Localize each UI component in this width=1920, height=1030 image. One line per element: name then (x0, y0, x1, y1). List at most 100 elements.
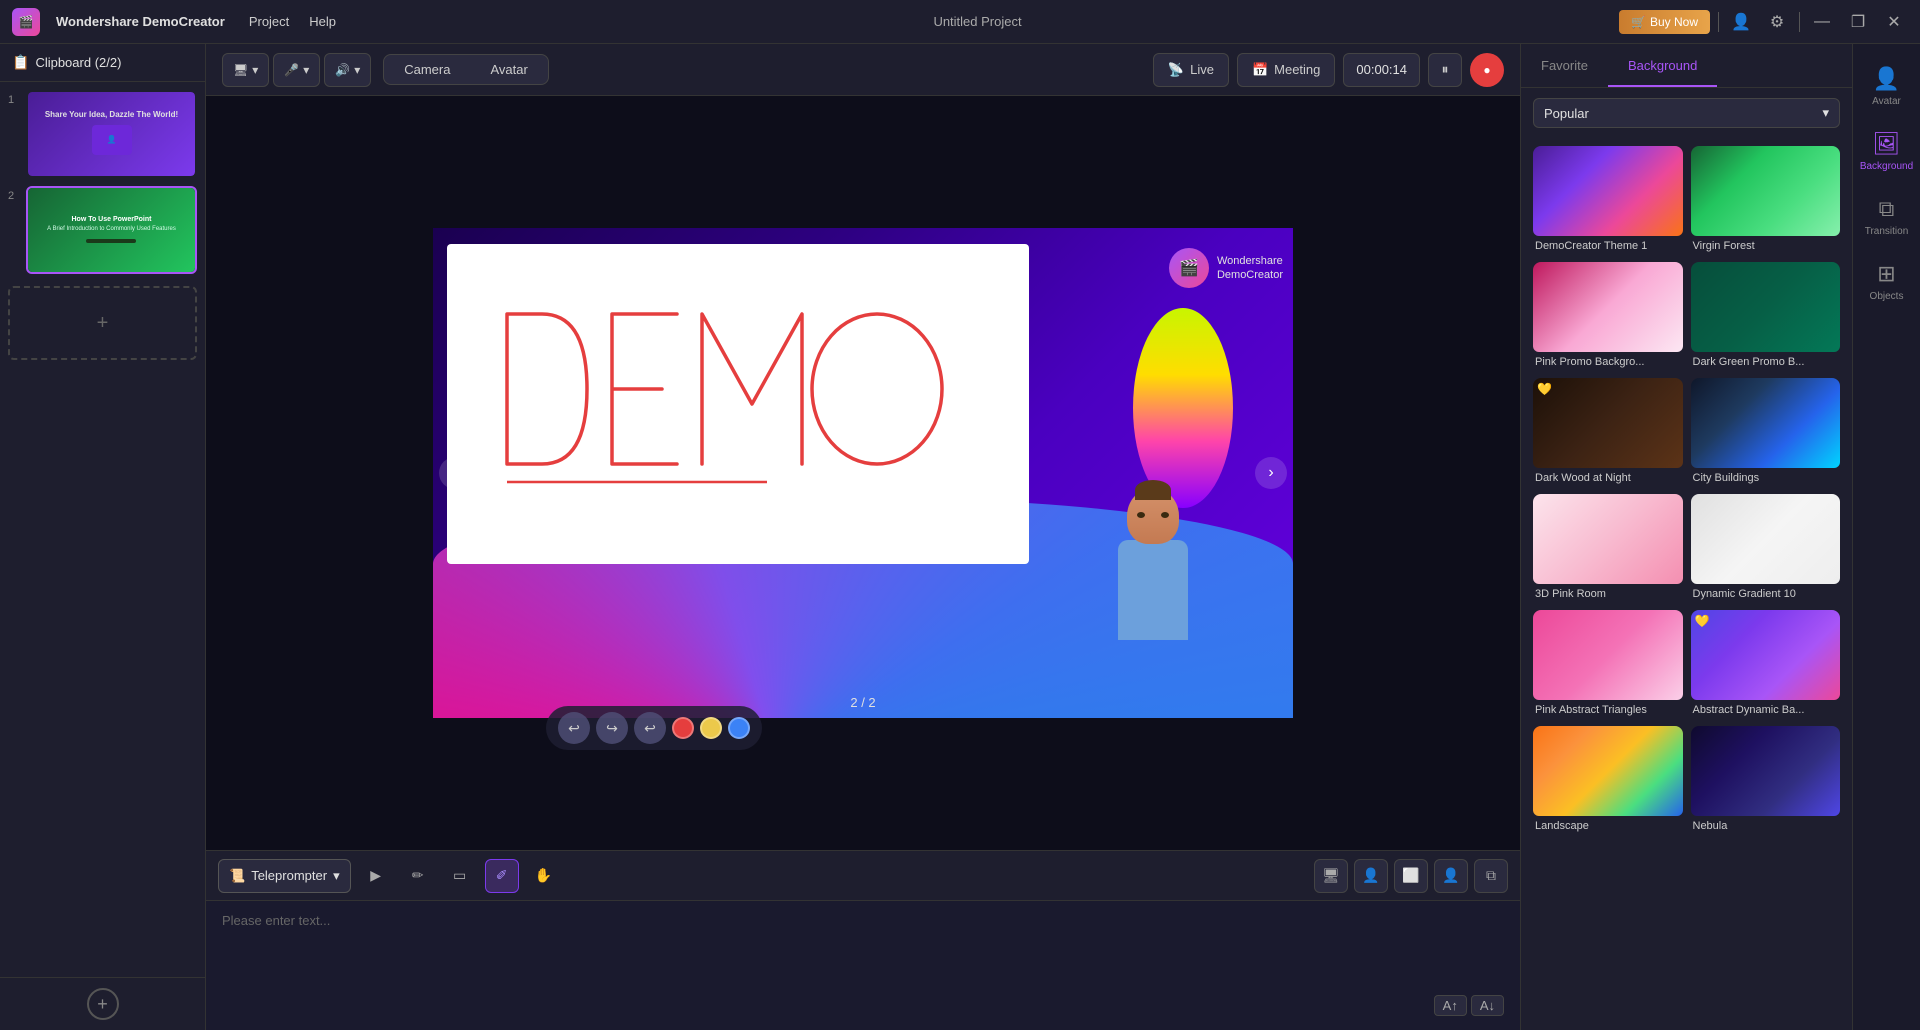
sidebar-item-objects[interactable]: ⊞ Objects (1859, 251, 1915, 312)
avatar-button[interactable]: Avatar (470, 55, 547, 84)
tp-rect-button[interactable]: ▭ (443, 859, 477, 893)
font-size-controls: A↑ A↓ (1434, 995, 1504, 1016)
bg-item-3d-pink[interactable]: 3D Pink Room (1533, 494, 1683, 602)
bg-item-dark-green[interactable]: Dark Green Promo B... (1691, 262, 1841, 370)
user-icon-button[interactable]: 👤 (1727, 8, 1755, 36)
add-slide-placeholder[interactable]: + (8, 286, 197, 360)
bg-item-abstract-dynamic[interactable]: 💛 Abstract Dynamic Ba... (1691, 610, 1841, 718)
bg-item-city[interactable]: City Buildings (1691, 378, 1841, 486)
title-bar: 🎬 Wondershare DemoCreator Project Help U… (0, 0, 1920, 44)
settings-icon-button[interactable]: ⚙ (1763, 8, 1791, 36)
tp-hand-button[interactable]: ✋ (527, 859, 561, 893)
font-increase-button[interactable]: A↑ (1434, 995, 1467, 1016)
separator2 (1799, 12, 1800, 32)
buy-now-button[interactable]: 🛒 Buy Now (1619, 10, 1710, 34)
prev-slide-button[interactable]: ‹ (439, 457, 471, 489)
undo-button[interactable]: ↩ (558, 712, 590, 744)
slide-number-1: 1 (8, 94, 22, 106)
tp-layers-button[interactable]: ⧉ (1474, 859, 1508, 893)
color-yellow[interactable] (700, 717, 722, 739)
maximize-button[interactable]: ❐ (1844, 8, 1872, 36)
bg-item-virgin[interactable]: Virgin Forest (1691, 146, 1841, 254)
tab-background[interactable]: Background (1608, 44, 1717, 87)
main-toolbar: 🖥 ▾ 🎤 ▾ 🔊 ▾ Camera Avatar 📡 (206, 44, 1520, 96)
tp-draw-button[interactable]: ✐ (485, 859, 519, 893)
color-red[interactable] (672, 717, 694, 739)
tp-profile-button[interactable]: 👤 (1434, 859, 1468, 893)
bg-thumb-democreator (1533, 146, 1683, 236)
pause-button[interactable]: ⏸ (1428, 53, 1462, 87)
bg-thumb-3d-pink (1533, 494, 1683, 584)
favorite-badge-wood: 💛 (1537, 382, 1552, 396)
sidebar-item-transition[interactable]: ⧉ Transition (1859, 186, 1915, 247)
tp-play-button[interactable]: ▶ (359, 859, 393, 893)
background-label: Background (1860, 161, 1913, 172)
tp-pencil-button[interactable]: ✏ (401, 859, 435, 893)
teleprompter-select[interactable]: 📜 Teleprompter ▾ (218, 859, 351, 893)
tp-person-button[interactable]: 👤 (1354, 859, 1388, 893)
bg-thumb-pink-promo (1533, 262, 1683, 352)
meeting-button[interactable]: 📅 Meeting (1237, 53, 1335, 87)
bg-label-democreator: DemoCreator Theme 1 (1533, 236, 1683, 254)
right-tp-tools: 🖥 👤 ⬜ 👤 ⧉ (1314, 859, 1508, 893)
bg-label-nebula: Nebula (1691, 816, 1841, 834)
right-sidebar: 👤 Avatar 🖼 Background ⧉ Transition ⊞ Obj… (1852, 44, 1920, 1030)
undo2-button[interactable]: ↩ (634, 712, 666, 744)
bg-label-abstract-dynamic: Abstract Dynamic Ba... (1691, 700, 1841, 718)
slide-row-2: 2 How To Use PowerPoint A Brief Introduc… (8, 186, 197, 274)
live-button[interactable]: 📡 Live (1153, 53, 1229, 87)
bg-item-dynamic10[interactable]: Dynamic Gradient 10 (1691, 494, 1841, 602)
sidebar-item-avatar[interactable]: 👤 Avatar (1859, 56, 1915, 117)
record-button[interactable]: ● (1470, 53, 1504, 87)
bg-item-dark-wood[interactable]: 💛 Dark Wood at Night (1533, 378, 1683, 486)
menu-help[interactable]: Help (309, 14, 336, 29)
bg-item-democreator[interactable]: DemoCreator Theme 1 (1533, 146, 1683, 254)
tp-monitor-button[interactable]: 🖥 (1314, 859, 1348, 893)
mic-button[interactable]: 🎤 ▾ (273, 53, 320, 87)
add-slide-bottom: + (0, 977, 205, 1030)
objects-label: Objects (1870, 291, 1904, 302)
bg-thumb-abstract-dynamic: 💛 (1691, 610, 1841, 700)
redo-button[interactable]: ↪ (596, 712, 628, 744)
menu-project[interactable]: Project (249, 14, 289, 29)
avatar-head (1127, 488, 1179, 544)
audio-button[interactable]: 🔊 ▾ (324, 53, 371, 87)
sidebar-item-background[interactable]: 🖼 Background (1859, 121, 1915, 182)
avatar-label: Avatar (1872, 96, 1901, 107)
meeting-label: Meeting (1274, 62, 1320, 77)
tp-window-button[interactable]: ⬜ (1394, 859, 1428, 893)
bg-thumb-dark-green (1691, 262, 1841, 352)
bg-item-nebula[interactable]: Nebula (1691, 726, 1841, 834)
bg-item-pink-promo[interactable]: Pink Promo Backgro... (1533, 262, 1683, 370)
menu-bar: Project Help (249, 14, 336, 29)
teleprompter-input[interactable]: Please enter text... (206, 901, 1520, 940)
slide-thumb-1[interactable]: Share Your Idea, Dazzle The World! 👤 (26, 90, 197, 178)
tab-favorite[interactable]: Favorite (1521, 44, 1608, 87)
bg-item-landscape[interactable]: Landscape (1533, 726, 1683, 834)
center-area: 🖥 ▾ 🎤 ▾ 🔊 ▾ Camera Avatar 📡 (206, 44, 1520, 1030)
teleprompter-toolbar: 📜 Teleprompter ▾ ▶ ✏ ▭ ✐ ✋ 🖥 👤 ⬜ 👤 ⧉ (206, 851, 1520, 901)
buy-now-label: Buy Now (1650, 15, 1698, 29)
close-button[interactable]: ✕ (1880, 8, 1908, 36)
bg-thumb-dark-wood: 💛 (1533, 378, 1683, 468)
bg-thumb-pink-triangles (1533, 610, 1683, 700)
add-slide-button[interactable]: + (87, 988, 119, 1020)
preview-logo: 🎬 Wondershare DemoCreator (1169, 248, 1283, 288)
bg-label-pink-promo: Pink Promo Backgro... (1533, 352, 1683, 370)
minimize-button[interactable]: — (1808, 8, 1836, 36)
camera-button[interactable]: Camera (384, 55, 470, 84)
preview-area: 🎬 Wondershare DemoCreator (206, 96, 1520, 850)
bg-grid: DemoCreator Theme 1 Virgin Forest Pink P… (1521, 138, 1852, 1030)
monitor-source-button[interactable]: 🖥 ▾ (222, 53, 269, 87)
preview-whiteboard[interactable] (447, 244, 1029, 564)
bg-filter-select[interactable]: Popular ▾ (1533, 98, 1840, 128)
bg-thumb-landscape (1533, 726, 1683, 816)
next-slide-button[interactable]: › (1255, 457, 1287, 489)
drawing-tools-overlay: ↩ ↪ ↩ (546, 706, 762, 750)
bg-thumb-dynamic10 (1691, 494, 1841, 584)
color-blue[interactable] (728, 717, 750, 739)
slide-thumb-2[interactable]: How To Use PowerPoint A Brief Introducti… (26, 186, 197, 274)
bg-item-pink-abstract[interactable]: Pink Abstract Triangles (1533, 610, 1683, 718)
clipboard-items: 1 Share Your Idea, Dazzle The World! 👤 2 (0, 82, 205, 977)
font-decrease-button[interactable]: A↓ (1471, 995, 1504, 1016)
